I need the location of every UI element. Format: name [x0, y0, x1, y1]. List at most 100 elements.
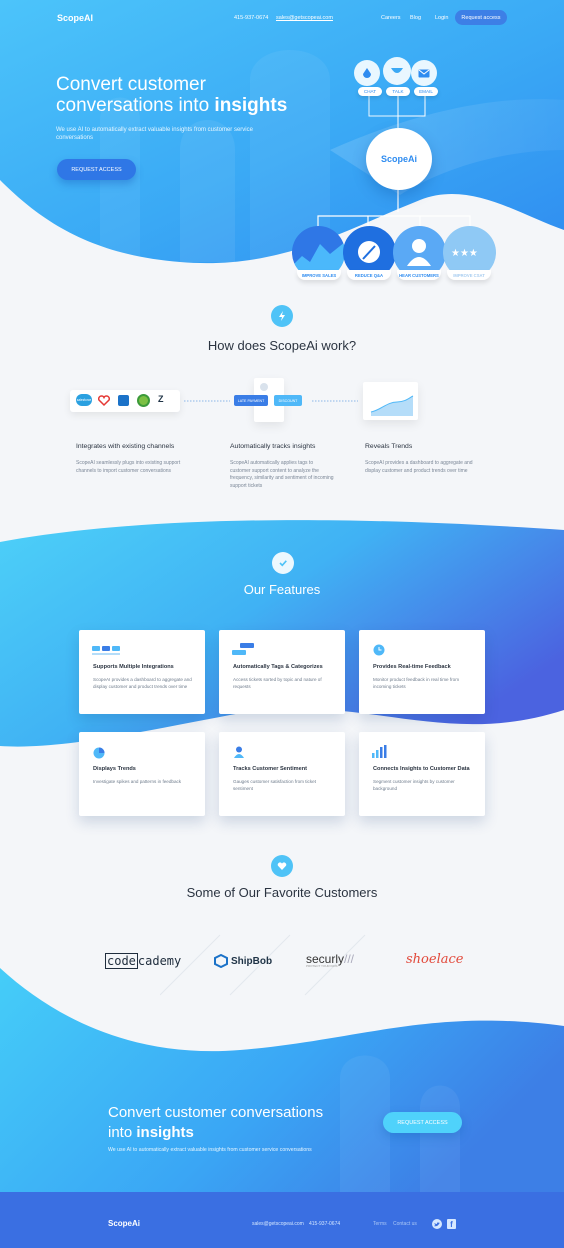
feature-desc: Segment customer insights by customer ba… — [373, 779, 455, 791]
hero-subtitle: We use AI to automatically extract valua… — [56, 127, 253, 141]
nav-request-access-button[interactable]: Request access — [455, 10, 507, 25]
feature-card-integrations: Supports Multiple Integrations ScopeAI p… — [79, 630, 205, 714]
cta-title-line2-text: into — [108, 1124, 137, 1141]
feature-card-realtime: Provides Real-time Feedback Monitor prod… — [359, 630, 485, 714]
nav-blog[interactable]: Blog — [410, 15, 421, 21]
cta-request-access-button[interactable]: REQUEST ACCESS — [383, 1112, 462, 1133]
footer-terms-link[interactable]: Terms — [373, 1221, 387, 1227]
step1-title: Integrates with existing channels — [76, 443, 175, 450]
securly-logo[interactable]: securly/// PROTECT YOUR KIDS — [306, 952, 354, 968]
footer-logo[interactable]: ScopeAi — [108, 1219, 140, 1228]
hero-request-access-button[interactable]: REQUEST ACCESS — [57, 159, 136, 180]
step1-desc: ScopeAI seamlessly plugs into existing s… — [76, 460, 181, 474]
nav-email[interactable]: sales@getscopeai.com — [276, 15, 333, 21]
codecademy-logo[interactable]: code cademy — [105, 953, 182, 969]
talk-tag: TALK — [386, 87, 410, 96]
dotted-connector-1 — [184, 400, 230, 402]
feature-title: Supports Multiple Integrations — [93, 664, 174, 670]
intercom-icon — [118, 395, 129, 406]
footer-phone[interactable]: 415-937-0674 — [309, 1221, 340, 1227]
cta-title: Convert customer conversations into insi… — [108, 1103, 368, 1143]
improve-sales-label: IMPROVE SALES — [297, 270, 341, 280]
email-channel-icon — [411, 60, 437, 86]
feature-desc: ScopeAI provides a dashboard to aggregat… — [93, 677, 192, 689]
bar-chart-icon — [372, 745, 387, 758]
twitter-icon[interactable] — [432, 1219, 442, 1229]
hero-section: ScopeAI 415-937-0674 sales@getscopeai.co… — [0, 0, 564, 300]
lightning-icon — [271, 305, 293, 327]
scopeai-hub-label: ScopeAi — [380, 154, 417, 164]
customers-title: Some of Our Favorite Customers — [186, 885, 378, 900]
facebook-icon[interactable]: f — [447, 1219, 456, 1229]
chat-channel-icon — [354, 60, 380, 86]
footer — [0, 1192, 564, 1248]
step2-title: Automatically tracks insights — [230, 443, 316, 450]
email-tag: EMAIL — [414, 87, 438, 96]
feature-desc: Access tickets sorted by topic and natur… — [233, 677, 322, 689]
pie-chart-icon — [93, 747, 105, 759]
tags-icon — [232, 643, 254, 655]
features-title: Our Features — [243, 582, 321, 597]
heart-logo-icon — [98, 395, 110, 407]
integrations-icon — [92, 646, 120, 655]
scopeai-hub: ScopeAi — [366, 128, 432, 190]
shipbob-name: ShipBob — [231, 955, 273, 967]
feature-title: Displays Trends — [93, 766, 136, 772]
reduce-qa-label: REDUCE Q&A — [347, 270, 391, 280]
how-title: How does ScopeAi work? — [207, 338, 357, 353]
check-icon — [272, 552, 294, 574]
heart-icon — [271, 855, 293, 877]
feature-title: Connects Insights to Customer Data — [373, 766, 470, 772]
zendesk-icon: Z — [158, 394, 164, 404]
site-logo[interactable]: ScopeAI — [57, 13, 93, 23]
hero-title-line2-text: conversations into — [56, 95, 215, 116]
clock-icon — [373, 644, 385, 656]
cta-title-emphasis: insights — [136, 1124, 194, 1141]
cta-subtitle: We use AI to automatically extract valua… — [108, 1147, 312, 1153]
step3-desc: ScopeAI provides a dashboard to aggregat… — [365, 460, 473, 474]
trend-dashboard — [363, 382, 418, 420]
codecademy-logo-text: cademy — [137, 954, 182, 968]
chat-tag: CHAT — [358, 87, 382, 96]
feature-title: Provides Real-time Feedback — [373, 664, 451, 670]
svg-text:★★★: ★★★ — [451, 248, 478, 259]
user-icon — [234, 746, 244, 758]
feature-card-connects: Connects Insights to Customer Data Segme… — [359, 732, 485, 816]
cta-background — [0, 968, 564, 1193]
nav-login[interactable]: Login — [435, 15, 448, 21]
feature-card-tags: Automatically Tags & Categorizes Access … — [219, 630, 345, 714]
nav-careers[interactable]: Careers — [381, 15, 401, 21]
salesforce-icon: salesforce — [76, 394, 92, 406]
codecademy-logo-box: code — [105, 953, 138, 969]
footer-contact-link[interactable]: Contact us — [393, 1221, 417, 1227]
step3-title: Reveals Trends — [365, 443, 413, 450]
trend-chart-icon — [370, 395, 414, 416]
improve-csat-label: IMPROVE CSAT — [447, 270, 491, 280]
shipbob-icon — [214, 954, 228, 968]
hear-customers-label: HEAR CUSTOMERS — [397, 270, 441, 280]
discount-tag: DISCOUNT — [274, 395, 302, 406]
feature-title: Automatically Tags & Categorizes — [233, 664, 323, 670]
ticket-avatar-icon — [260, 383, 268, 391]
cta-title-line2: into insights — [108, 1123, 368, 1143]
feature-title: Tracks Customer Sentiment — [233, 766, 307, 772]
hero-title-emphasis: insights — [214, 95, 288, 116]
securly-slashes: /// — [344, 952, 355, 966]
talk-channel-icon — [383, 57, 411, 85]
freshdesk-icon — [137, 394, 150, 407]
footer-email[interactable]: sales@getscopeai.com — [252, 1221, 304, 1227]
feature-card-trends: Displays Trends Investigate spikes and p… — [79, 732, 205, 816]
shoelace-logo[interactable]: shoelace — [406, 952, 463, 967]
feature-desc: Monitor product feedback in real time fr… — [373, 677, 460, 689]
step2-desc: ScopeAI automatically applies tags to cu… — [230, 460, 334, 489]
integrations-strip: salesforce Z — [70, 390, 180, 412]
cta-title-line1: Convert customer conversations — [108, 1104, 324, 1121]
dotted-connector-2 — [312, 400, 358, 402]
feature-card-sentiment: Tracks Customer Sentiment Gauges custome… — [219, 732, 345, 816]
facebook-glyph: f — [450, 1220, 453, 1229]
feature-desc: Gauges customer satisfaction from ticket… — [233, 779, 316, 791]
shipbob-logo[interactable]: ShipBob — [214, 954, 272, 968]
feature-desc: Investigate spikes and patterns in feedb… — [93, 779, 182, 784]
nav-phone[interactable]: 415-937-0674 — [234, 15, 268, 21]
late-payment-tag: LATE PAYMENT — [234, 395, 268, 406]
